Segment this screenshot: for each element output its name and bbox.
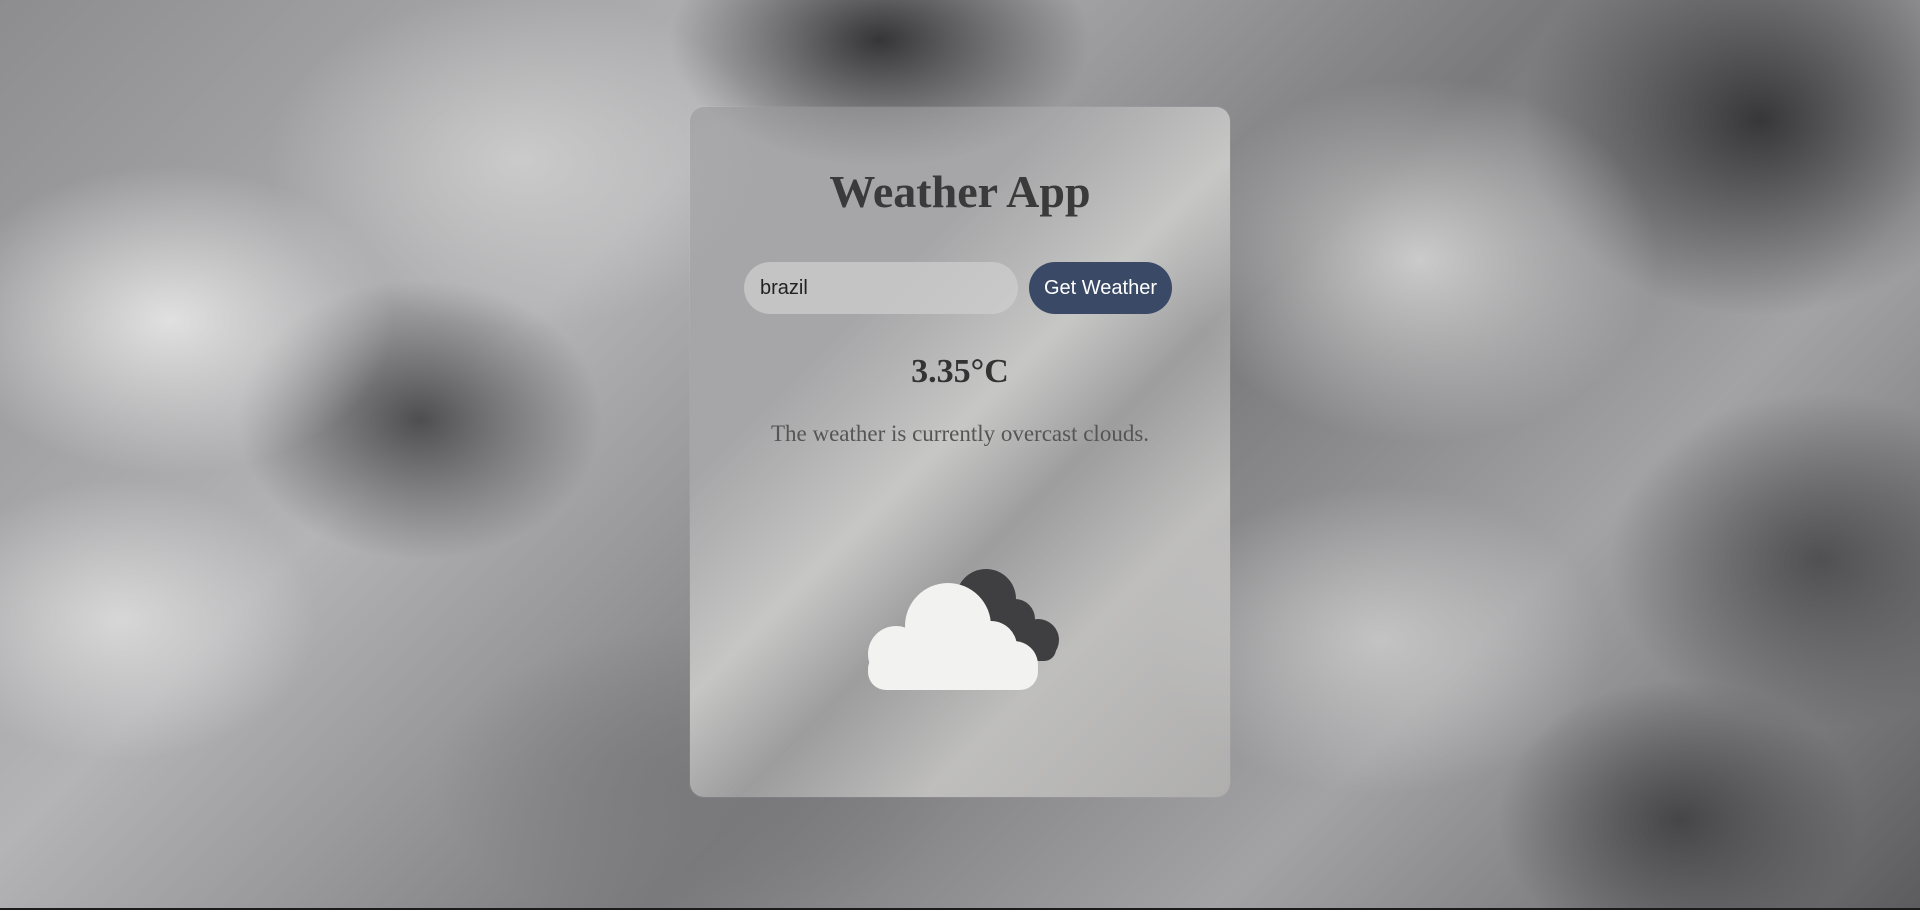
city-search-input[interactable] — [744, 262, 1018, 314]
weather-description: The weather is currently overcast clouds… — [770, 421, 1150, 446]
app-title: Weather App — [829, 166, 1091, 217]
weather-card: Weather App Get Weather 3.35°C The weath… — [690, 107, 1230, 797]
overcast-clouds-icon — [868, 569, 1059, 690]
get-weather-button[interactable]: Get Weather — [1029, 262, 1173, 314]
search-row: Get Weather — [744, 262, 1173, 314]
temperature-value: 3.35°C — [911, 353, 1009, 390]
